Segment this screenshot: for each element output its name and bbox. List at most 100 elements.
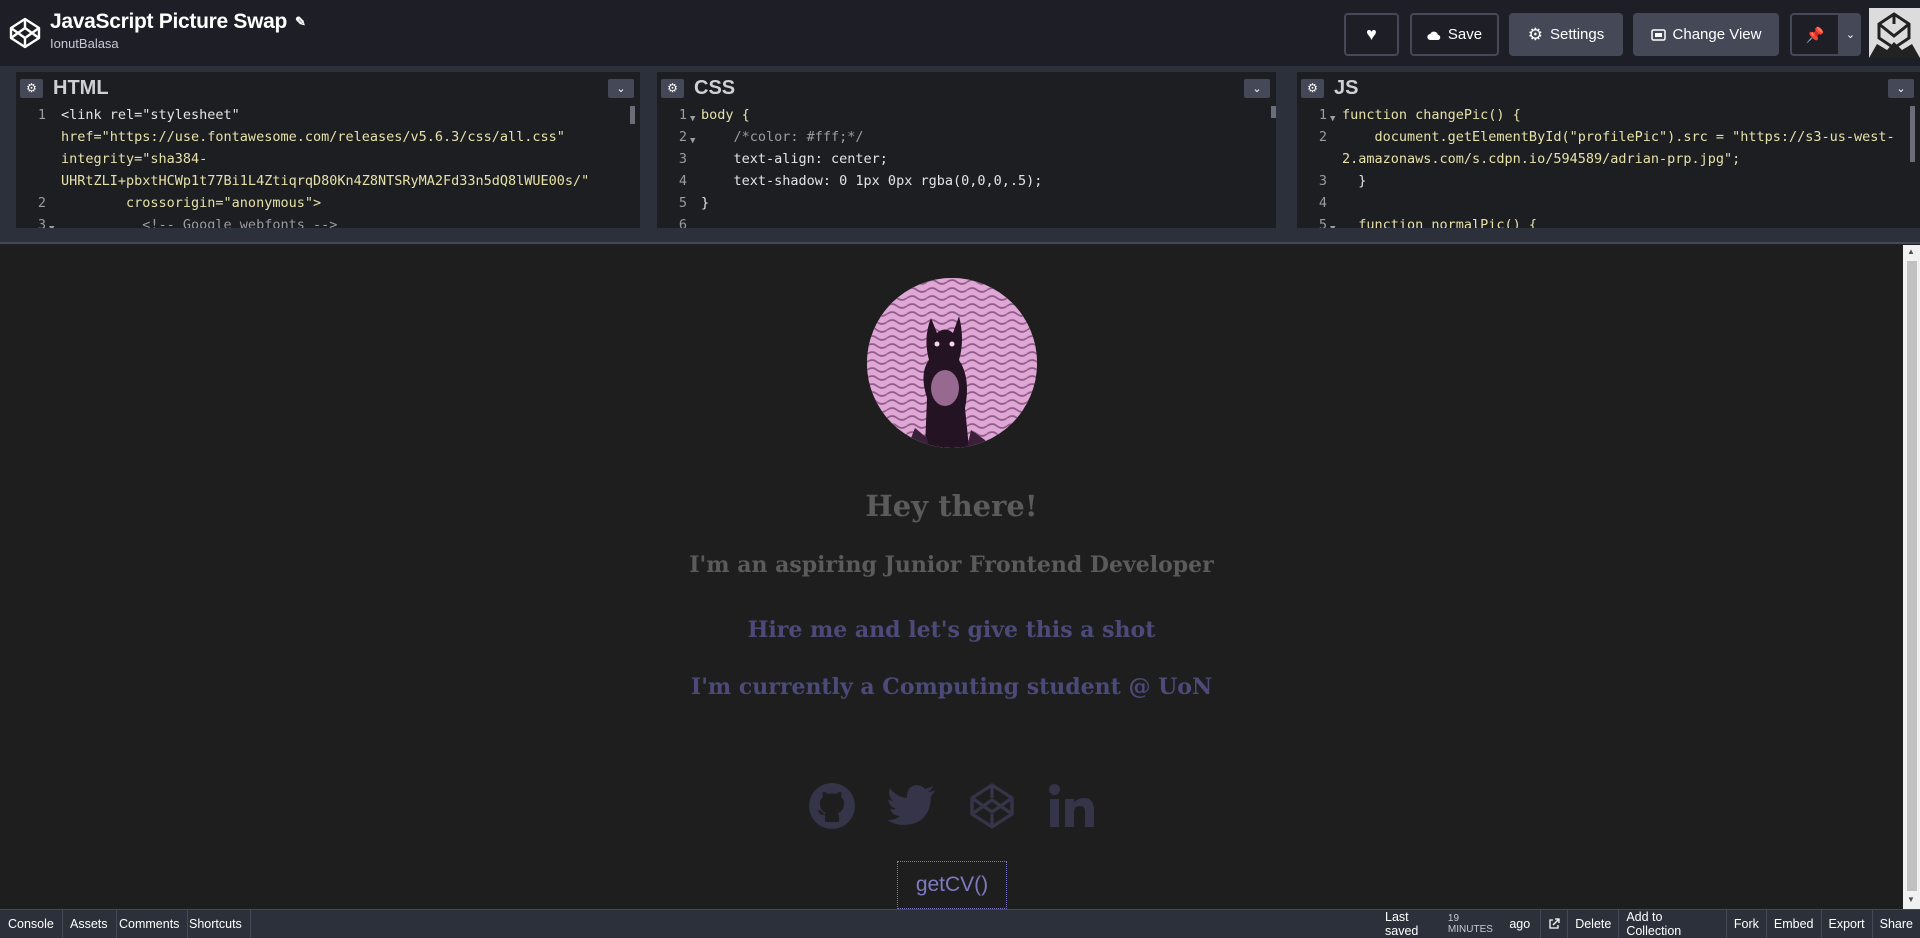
pin-button[interactable]: 📌 xyxy=(1790,13,1840,56)
chevron-down-icon: ⌄ xyxy=(1845,29,1856,41)
fold-arrow-icon[interactable]: ▼ xyxy=(1330,108,1335,130)
save-button[interactable]: Save xyxy=(1410,13,1499,56)
js-settings-gear-icon[interactable]: ⚙ xyxy=(1301,78,1324,98)
assets-button[interactable]: Assets xyxy=(62,910,117,938)
squirrel-image xyxy=(867,278,1037,448)
embed-button[interactable]: Embed xyxy=(1765,910,1821,938)
last-saved-prefix: Last saved xyxy=(1385,910,1419,938)
settings-button[interactable]: ⚙ Settings xyxy=(1509,13,1623,56)
share-button[interactable]: Share xyxy=(1871,910,1920,938)
delete-button[interactable]: Delete xyxy=(1567,910,1618,938)
code-line: href="https://use.fontawesome.com/releas… xyxy=(61,129,565,145)
line-number: 2 xyxy=(1318,129,1327,145)
editor-resize-bar[interactable] xyxy=(0,228,1920,244)
author-name[interactable]: IonutBalasa xyxy=(50,36,306,51)
github-icon[interactable] xyxy=(806,780,858,832)
shortcuts-button[interactable]: Shortcuts xyxy=(181,910,251,938)
comments-button[interactable]: Comments xyxy=(111,910,189,938)
line-number: 1 xyxy=(1318,107,1327,123)
line-number: 5 xyxy=(1318,217,1327,228)
css-scrollbar[interactable] xyxy=(1271,106,1276,118)
last-saved-status: Last saved 19 MINUTES ago xyxy=(1375,910,1540,938)
html-settings-gear-icon[interactable]: ⚙ xyxy=(20,78,43,98)
line-number: 3 xyxy=(678,151,687,167)
social-links xyxy=(0,780,1903,832)
code-line: } xyxy=(701,195,710,211)
gear-icon: ⚙ xyxy=(1527,24,1544,44)
preview-frame: Hey there! I'm an aspiring Junior Fronte… xyxy=(0,245,1903,909)
css-pane-header: ⚙ CSS ⌄ xyxy=(657,72,1276,104)
pen-title[interactable]: JavaScript Picture Swap ✎ xyxy=(50,10,306,34)
preview-scroll-thumb[interactable] xyxy=(1907,261,1917,891)
html-scrollbar[interactable] xyxy=(630,106,635,124)
pin-icon: 📌 xyxy=(1805,26,1825,44)
top-header: JavaScript Picture Swap ✎ IonutBalasa ♥ … xyxy=(0,0,1920,66)
line-number: 5 xyxy=(678,195,687,211)
codepen-icon[interactable] xyxy=(966,780,1018,832)
change-view-button[interactable]: Change View xyxy=(1633,13,1779,56)
line-number: 6 xyxy=(678,217,687,228)
line-number: 3 xyxy=(1318,173,1327,189)
js-editor-pane: ⚙ JS ⌄ 1 ▼ function changePic() { 2 docu… xyxy=(1297,72,1920,228)
line-number: 2 xyxy=(37,195,46,211)
css-settings-gear-icon[interactable]: ⚙ xyxy=(661,78,684,98)
intro-line: I'm an aspiring Junior Frontend Develope… xyxy=(689,552,1214,578)
profile-picture[interactable] xyxy=(867,278,1037,448)
export-button[interactable]: Export xyxy=(1820,910,1872,938)
get-cv-button[interactable]: getCV() xyxy=(897,861,1007,909)
external-link-icon xyxy=(1549,918,1560,929)
code-line: function normalPic() { xyxy=(1342,217,1538,228)
line-number: 4 xyxy=(1318,195,1327,211)
love-button[interactable]: ♥ xyxy=(1344,13,1399,56)
pen-title-text: JavaScript Picture Swap xyxy=(50,10,288,33)
scroll-down-arrow-icon[interactable]: ▼ xyxy=(1907,895,1915,904)
js-pane-title: JS xyxy=(1334,76,1359,99)
code-line: crossorigin="anonymous"> xyxy=(61,195,322,211)
fold-arrow-icon[interactable]: ▼ xyxy=(1330,218,1335,228)
code-line: /*color: #fff;*/ xyxy=(701,129,864,145)
fold-arrow-icon[interactable]: ▼ xyxy=(690,108,695,130)
html-pane-header: ⚙ HTML ⌄ xyxy=(16,72,640,104)
fold-arrow-icon[interactable]: ▼ xyxy=(49,218,54,228)
pin-dropdown-button[interactable]: ⌄ xyxy=(1840,13,1861,56)
html-pane-title: HTML xyxy=(53,76,109,99)
js-scrollbar[interactable] xyxy=(1910,106,1915,162)
footer-right-actions: Last saved 19 MINUTES ago Delete Add to … xyxy=(1375,910,1920,938)
code-line: body { xyxy=(701,107,750,123)
last-saved-suffix: ago xyxy=(1509,917,1531,931)
code-line: text-shadow: 0 1px 0px rgba(0,0,0,.5); xyxy=(701,173,1043,189)
preview-scrollbar[interactable]: ▲ ▼ xyxy=(1903,245,1920,909)
console-button[interactable]: Console xyxy=(0,910,63,938)
scroll-up-arrow-icon[interactable]: ▲ xyxy=(1907,247,1915,256)
twitter-icon[interactable] xyxy=(886,780,938,832)
linkedin-icon[interactable] xyxy=(1046,780,1098,832)
code-line: integrity="sha384- xyxy=(61,151,208,167)
fold-arrow-icon[interactable]: ▼ xyxy=(690,130,695,152)
code-line: document.getElementById("profilePic").sr… xyxy=(1342,129,1895,145)
css-code-area[interactable]: 1 ▼ body { 2 ▼ /*color: #fff;*/ 3 text-a… xyxy=(657,104,1276,228)
js-collapse-chevron-icon[interactable]: ⌄ xyxy=(1888,79,1914,98)
hire-me-line[interactable]: Hire me and let's give this a shot xyxy=(0,617,1903,643)
js-code-area[interactable]: 1 ▼ function changePic() { 2 document.ge… xyxy=(1297,104,1920,228)
codepen-logo-icon[interactable] xyxy=(8,16,42,50)
view-layout-icon xyxy=(1650,28,1666,41)
user-avatar[interactable] xyxy=(1869,8,1920,58)
change-view-label: Change View xyxy=(1672,26,1762,43)
greeting-heading: Hey there! xyxy=(865,489,1038,523)
edit-pencil-icon[interactable]: ✎ xyxy=(295,14,306,30)
code-line: function changePic() { xyxy=(1342,107,1521,123)
cloud-icon xyxy=(1427,31,1441,40)
css-collapse-chevron-icon[interactable]: ⌄ xyxy=(1244,79,1270,98)
html-code-area[interactable]: 1 <link rel="stylesheet" href="https://u… xyxy=(16,104,640,228)
line-number: 2 xyxy=(678,129,687,145)
code-line: text-align: center; xyxy=(701,151,888,167)
html-collapse-chevron-icon[interactable]: ⌄ xyxy=(608,79,634,98)
line-number: 3 xyxy=(37,217,46,228)
open-external-button[interactable] xyxy=(1540,910,1567,938)
avatar-image xyxy=(1869,8,1920,58)
add-to-collection-button[interactable]: Add to Collection xyxy=(1618,910,1726,938)
code-line: 2.amazonaws.com/s.cdpn.io/594589/adrian-… xyxy=(1342,151,1741,167)
css-editor-pane: ⚙ CSS ⌄ 1 ▼ body { 2 ▼ /*color: #fff;*/ … xyxy=(657,72,1276,228)
student-line: I'm currently a Computing student @ UoN xyxy=(690,674,1213,700)
fork-button[interactable]: Fork xyxy=(1725,910,1766,938)
